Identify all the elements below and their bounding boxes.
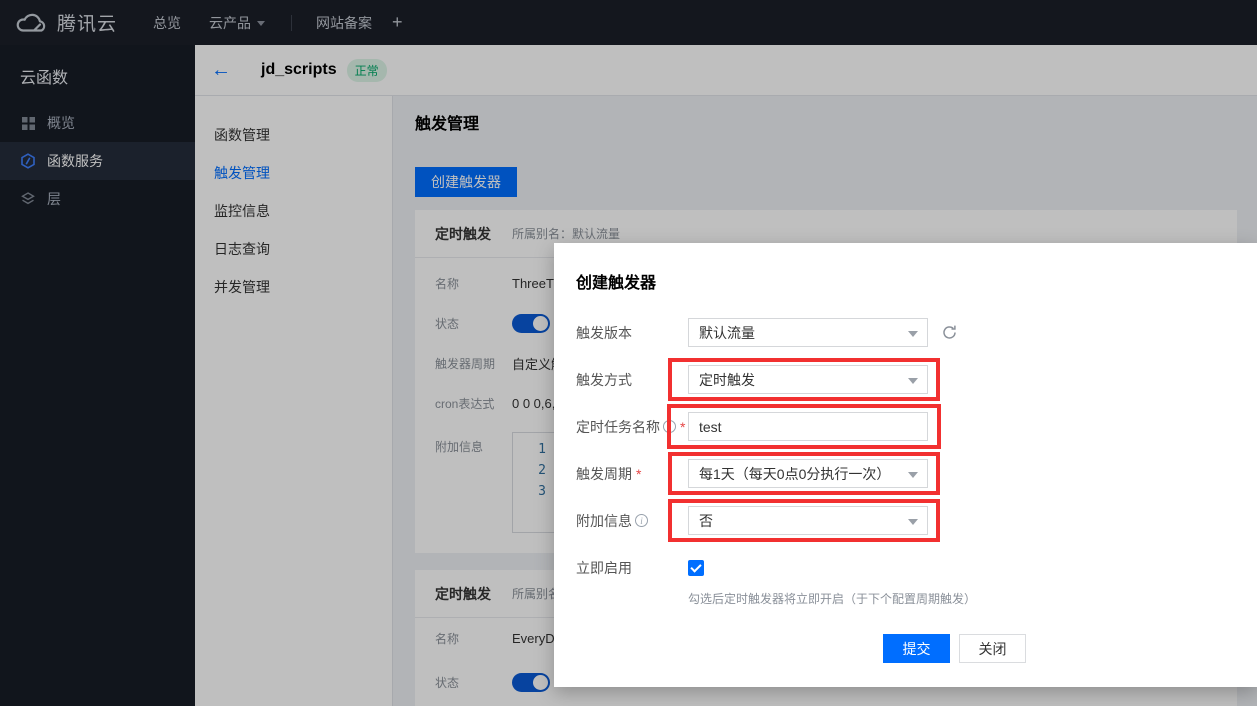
task-name-field-wrap: [688, 412, 928, 441]
tencent-cloud-console: 腾讯云 总览 云产品 网站备案 + 云函数 概览 函数服务: [0, 0, 1257, 706]
label-trigger-cycle: 触发周期*: [576, 464, 688, 484]
task-name-input[interactable]: [688, 412, 928, 441]
enable-now-checkbox[interactable]: [688, 560, 704, 576]
refresh-icon[interactable]: [941, 324, 958, 341]
trigger-type-select[interactable]: 定时触发: [688, 365, 928, 394]
label-task-name: 定时任务名称*: [576, 417, 688, 437]
label-extra-info: 附加信息: [576, 511, 688, 531]
enable-help-text: 勾选后定时触发器将立即开启（于下个配置周期触发）: [688, 590, 1257, 607]
chevron-down-icon: [908, 378, 918, 384]
modal-title: 创建触发器: [576, 269, 1257, 289]
label-trigger-version: 触发版本: [576, 323, 688, 343]
info-icon[interactable]: [635, 514, 648, 527]
label-trigger-type: 触发方式: [576, 370, 688, 390]
submit-button[interactable]: 提交: [883, 634, 950, 663]
info-icon[interactable]: [663, 420, 676, 433]
chevron-down-icon: [908, 519, 918, 525]
create-trigger-modal: 创建触发器 触发版本 默认流量 触发方式 定时触发: [554, 243, 1257, 687]
extra-info-select[interactable]: 否: [688, 506, 928, 535]
chevron-down-icon: [908, 472, 918, 478]
required-mark: *: [680, 419, 685, 435]
required-mark: *: [636, 466, 641, 482]
chevron-down-icon: [908, 331, 918, 337]
close-button[interactable]: 关闭: [959, 634, 1026, 663]
label-enable-now: 立即启用: [576, 558, 688, 578]
create-trigger-form: 触发版本 默认流量 触发方式 定时触发 定时任务名: [576, 318, 1257, 607]
trigger-cycle-select[interactable]: 每1天（每天0点0分执行一次）: [688, 459, 928, 488]
trigger-version-select[interactable]: 默认流量: [688, 318, 928, 347]
modal-actions: 提交 关闭: [883, 634, 1026, 663]
